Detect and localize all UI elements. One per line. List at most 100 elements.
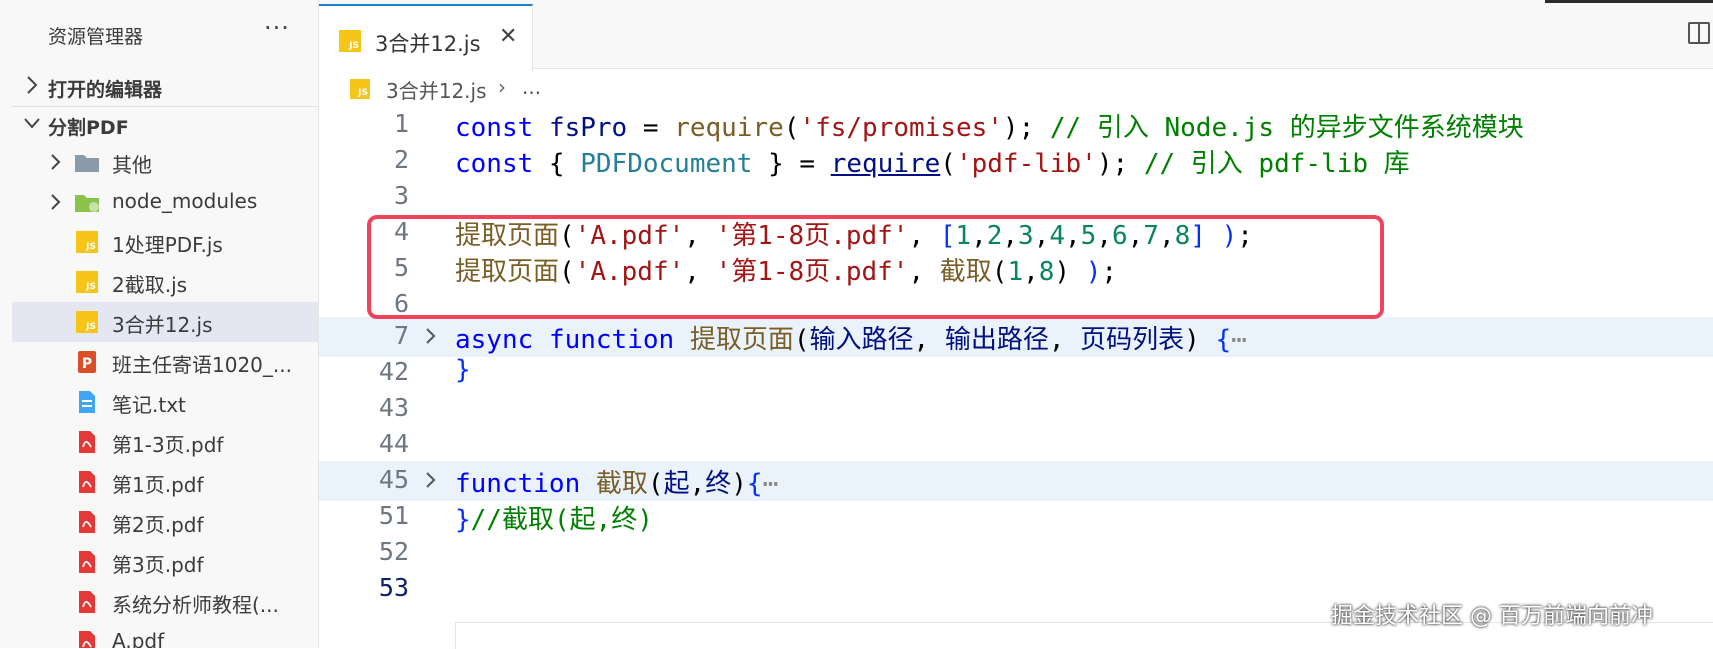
tree-item-label: 第1-3页.pdf bbox=[112, 433, 224, 457]
js-file-icon: JS bbox=[74, 230, 100, 254]
code-text: 提取页面('A.pdf', '第1-8页.pdf', 截取(1,8) ); bbox=[455, 257, 1118, 287]
pdf-file-icon bbox=[79, 591, 95, 613]
tree-item-label: 系统分析师教程(... bbox=[112, 593, 279, 617]
js-file-icon: JS bbox=[74, 270, 100, 294]
code-line: 51 }//截取(起,终) bbox=[319, 497, 1713, 537]
pdf-file-icon bbox=[79, 511, 95, 533]
code-text: function 截取(起,终){⋯ bbox=[455, 469, 779, 499]
tree-item-file[interactable]: 第1页.pdf bbox=[12, 462, 318, 502]
js-file-icon: JS bbox=[339, 30, 361, 52]
tree-item-label: 1处理PDF.js bbox=[112, 233, 223, 257]
line-number: 44 bbox=[378, 429, 409, 458]
chevron-right-icon: › bbox=[498, 75, 506, 99]
tree-item-folder[interactable]: node_modules bbox=[12, 182, 318, 222]
watermark: 掘金技术社区 @ 百万前端向前冲 bbox=[1331, 604, 1653, 629]
section-label: 分割PDF bbox=[48, 117, 129, 139]
node-folder-icon bbox=[75, 195, 99, 212]
line-number: 51 bbox=[378, 501, 409, 530]
tree-item-file[interactable]: 系统分析师教程(... bbox=[12, 582, 318, 622]
code-line: 44 bbox=[319, 425, 1713, 465]
title-bar-edge bbox=[1545, 0, 1713, 3]
fold-chevron-icon[interactable] bbox=[423, 325, 439, 347]
txt-file-icon bbox=[79, 391, 95, 413]
tree-item-label: 其他 bbox=[112, 153, 152, 177]
breadcrumb-symbols[interactable]: ... bbox=[522, 75, 541, 99]
line-number: 42 bbox=[378, 357, 409, 386]
line-number: 3 bbox=[393, 181, 409, 210]
code-text: async function 提取页面(输入路径, 输出路径, 页码列表) {⋯ bbox=[455, 325, 1247, 355]
tree-item-folder[interactable]: 其他 bbox=[12, 142, 318, 182]
code-line: 1 const fsPro = require('fs/promises'); … bbox=[319, 105, 1713, 145]
code-text: const { PDFDocument } = require('pdf-lib… bbox=[455, 149, 1410, 179]
code-line-folded: 7 async function 提取页面(输入路径, 输出路径, 页码列表) … bbox=[319, 317, 1713, 357]
tree-item-file[interactable]: 笔记.txt bbox=[12, 382, 318, 422]
tree-item-label: 2截取.js bbox=[112, 273, 188, 297]
tree-item-file[interactable]: 第3页.pdf bbox=[12, 542, 318, 582]
code-text: 提取页面('A.pdf', '第1-8页.pdf', [1,2,3,4,5,6,… bbox=[455, 221, 1253, 251]
chevron-right-icon bbox=[51, 154, 61, 170]
js-file-icon: JS bbox=[350, 79, 370, 99]
line-number: 7 bbox=[393, 321, 409, 350]
tree-item-file[interactable]: JS 2截取.js bbox=[12, 262, 318, 302]
fold-chevron-icon[interactable] bbox=[423, 469, 439, 491]
tree-item-file-selected[interactable]: JS 3合并12.js bbox=[12, 302, 318, 342]
tree-item-file[interactable]: 第1-3页.pdf bbox=[12, 422, 318, 462]
explorer-sidebar: 资源管理器 ··· 打开的编辑器 分割PDF 其他 node_modules J… bbox=[12, 0, 319, 648]
tree-item-file[interactable]: P 班主任寄语1020_... bbox=[12, 342, 318, 382]
pdf-file-icon bbox=[79, 431, 95, 453]
line-number: 43 bbox=[378, 393, 409, 422]
tree-item-label: 3合并12.js bbox=[112, 313, 213, 337]
code-line-folded: 45 function 截取(起,终){⋯ bbox=[319, 461, 1713, 501]
chevron-right-icon bbox=[27, 76, 38, 94]
line-number: 6 bbox=[393, 289, 409, 318]
js-file-icon: JS bbox=[74, 310, 100, 334]
explorer-title: 资源管理器 bbox=[48, 26, 144, 48]
tree-item-file[interactable]: A.pdf bbox=[12, 622, 318, 648]
tree-item-label: 第2页.pdf bbox=[112, 513, 204, 537]
tree-item-file[interactable]: JS 1处理PDF.js bbox=[12, 222, 318, 262]
code-text: } bbox=[455, 355, 471, 385]
code-editor[interactable]: 1 const fsPro = require('fs/promises'); … bbox=[319, 105, 1713, 648]
pdf-file-icon bbox=[79, 471, 95, 493]
editor-tab-bar: JS 3合并12.js ✕ bbox=[319, 0, 1713, 71]
close-icon[interactable]: ✕ bbox=[499, 24, 517, 49]
code-text: }//截取(起,终) bbox=[455, 505, 653, 535]
pdf-file-icon bbox=[79, 551, 95, 573]
more-actions-icon[interactable]: ··· bbox=[264, 14, 290, 42]
split-editor-icon[interactable] bbox=[1688, 22, 1710, 44]
line-number: 53 bbox=[378, 573, 409, 602]
svg-text:P: P bbox=[82, 356, 92, 372]
line-number: 1 bbox=[393, 109, 409, 138]
tree-item-label: 班主任寄语1020_... bbox=[112, 353, 292, 377]
line-number: 5 bbox=[393, 253, 409, 282]
line-number: 2 bbox=[393, 145, 409, 174]
breadcrumb-file[interactable]: 3合并12.js bbox=[386, 75, 487, 104]
code-line: 5 提取页面('A.pdf', '第1-8页.pdf', 截取(1,8) ); bbox=[319, 249, 1713, 289]
code-line: 43 bbox=[319, 389, 1713, 429]
code-line: 42 } bbox=[319, 353, 1713, 393]
code-line: 2 const { PDFDocument } = require('pdf-l… bbox=[319, 141, 1713, 181]
tab-active-file[interactable]: JS 3合并12.js ✕ bbox=[319, 4, 533, 71]
tree-item-label: node_modules bbox=[112, 189, 258, 213]
line-number: 4 bbox=[393, 217, 409, 246]
tab-label: 3合并12.js bbox=[375, 32, 481, 56]
section-label: 打开的编辑器 bbox=[48, 79, 163, 101]
tree-item-file[interactable]: 第2页.pdf bbox=[12, 502, 318, 542]
tree-item-label: A.pdf bbox=[112, 629, 165, 648]
folder-icon bbox=[75, 155, 99, 172]
line-number: 45 bbox=[378, 465, 409, 494]
line-number: 52 bbox=[378, 537, 409, 566]
tree-item-label: 第3页.pdf bbox=[112, 553, 204, 577]
chevron-right-icon bbox=[51, 194, 61, 210]
chevron-down-icon bbox=[24, 118, 40, 129]
pdf-file-icon bbox=[79, 631, 95, 648]
code-line: 4 提取页面('A.pdf', '第1-8页.pdf', [1,2,3,4,5,… bbox=[319, 213, 1713, 253]
section-open-editors[interactable]: 打开的编辑器 bbox=[12, 68, 318, 104]
code-text: const fsPro = require('fs/promises'); //… bbox=[455, 113, 1524, 143]
code-line: 52 bbox=[319, 533, 1713, 573]
tree-item-label: 第1页.pdf bbox=[112, 473, 204, 497]
ppt-file-icon: P bbox=[78, 351, 96, 373]
code-line: 3 bbox=[319, 177, 1713, 217]
tree-item-label: 笔记.txt bbox=[112, 393, 186, 417]
section-folder[interactable]: 分割PDF bbox=[12, 106, 318, 142]
